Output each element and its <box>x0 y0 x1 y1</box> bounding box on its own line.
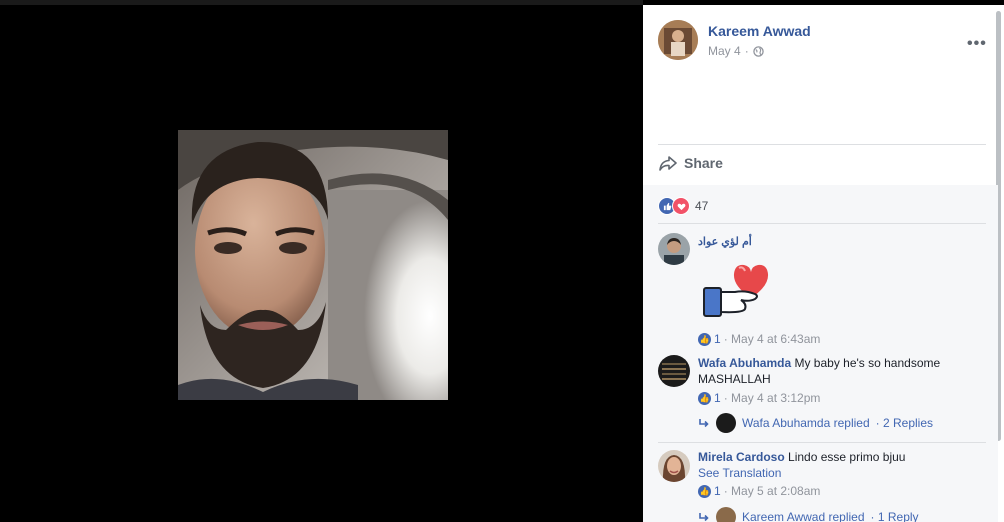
author-name[interactable]: Kareem Awwad <box>708 23 811 39</box>
post-header: Kareem Awwad May 4 · ••• Share <box>643 5 998 185</box>
comment-text: Wafa Abuhamda My baby he's so handsome M… <box>698 355 978 387</box>
share-label: Share <box>684 155 723 171</box>
comment-like-count[interactable]: 1 <box>714 484 721 498</box>
comment-time[interactable]: · May 5 at 2:08am <box>724 484 821 498</box>
comment-body: My baby he's so handsome <box>794 356 941 370</box>
comment-time[interactable]: · May 4 at 6:43am <box>724 332 821 346</box>
commenter-avatar[interactable] <box>658 450 690 482</box>
photo-viewer <box>0 0 643 522</box>
like-badge-icon: 👍 <box>698 484 711 498</box>
globe-icon <box>752 45 764 57</box>
love-reaction-icon <box>672 197 690 215</box>
more-options-button[interactable]: ••• <box>967 35 987 53</box>
comment-text: أم لؤي عواد <box>698 233 752 250</box>
share-button[interactable]: Share <box>658 155 723 171</box>
comment-body-line2: MASHALLAH <box>698 372 771 386</box>
share-icon <box>659 156 677 171</box>
comment-like-count[interactable]: 1 <box>714 391 721 405</box>
replied-text: Kareem Awwad replied <box>742 510 865 522</box>
divider <box>658 223 986 224</box>
replier-avatar <box>716 413 736 433</box>
post-date[interactable]: May 4 <box>708 44 741 58</box>
comment-meta: 👍 1 · May 5 at 2:08am <box>698 484 820 498</box>
commenter-name[interactable]: Mirela Cardoso <box>698 450 785 464</box>
photo[interactable] <box>178 130 448 400</box>
reply-count: · 1 Reply <box>870 510 919 522</box>
view-replies-link[interactable]: Wafa Abuhamda replied · 2 Replies <box>698 413 933 433</box>
reactions-summary[interactable]: 47 <box>658 197 708 215</box>
comments-section: 47 أم لؤي عواد 👍 1 · May 4 at 6:43am Waf… <box>643 185 998 522</box>
commenter-avatar[interactable] <box>658 355 690 387</box>
post-meta: May 4 · <box>708 44 764 58</box>
replied-text: Wafa Abuhamda replied <box>742 416 870 430</box>
reply-arrow-icon <box>699 419 709 428</box>
like-badge-icon: 👍 <box>698 332 711 346</box>
reply-count: · 2 Replies <box>875 416 933 430</box>
commenter-name[interactable]: Wafa Abuhamda <box>698 356 791 370</box>
comment-meta: 👍 1 · May 4 at 3:12pm <box>698 391 820 405</box>
comment-body: Lindo esse primo bjuu <box>788 450 906 464</box>
photo-image <box>178 130 448 400</box>
avatar-image <box>658 233 690 265</box>
reaction-count: 47 <box>695 199 709 213</box>
avatar-image <box>658 20 698 60</box>
divider <box>658 442 986 443</box>
avatar-image <box>658 450 690 482</box>
replier-avatar <box>716 507 736 522</box>
commenter-name[interactable]: أم لؤي عواد <box>698 236 752 248</box>
author-avatar[interactable] <box>658 20 698 60</box>
comment-like-count[interactable]: 1 <box>714 332 721 346</box>
comment-text: Mirela Cardoso Lindo esse primo bjuu See… <box>698 449 978 481</box>
see-translation-link[interactable]: See Translation <box>698 466 781 480</box>
viewer-top-strip <box>0 0 643 5</box>
meta-dot: · <box>744 44 749 58</box>
comment-time[interactable]: · May 4 at 3:12pm <box>724 391 821 405</box>
divider <box>658 144 986 145</box>
post-sidebar: Kareem Awwad May 4 · ••• Share 47 أم لؤي… <box>643 5 1004 522</box>
like-badge-icon: 👍 <box>698 391 711 405</box>
avatar-image <box>658 355 690 387</box>
heart-hand-sticker <box>703 264 769 317</box>
view-replies-link[interactable]: Kareem Awwad replied · 1 Reply <box>698 507 919 522</box>
commenter-avatar[interactable] <box>658 233 690 265</box>
comment-meta: 👍 1 · May 4 at 6:43am <box>698 332 820 346</box>
reply-arrow-icon <box>699 513 709 522</box>
